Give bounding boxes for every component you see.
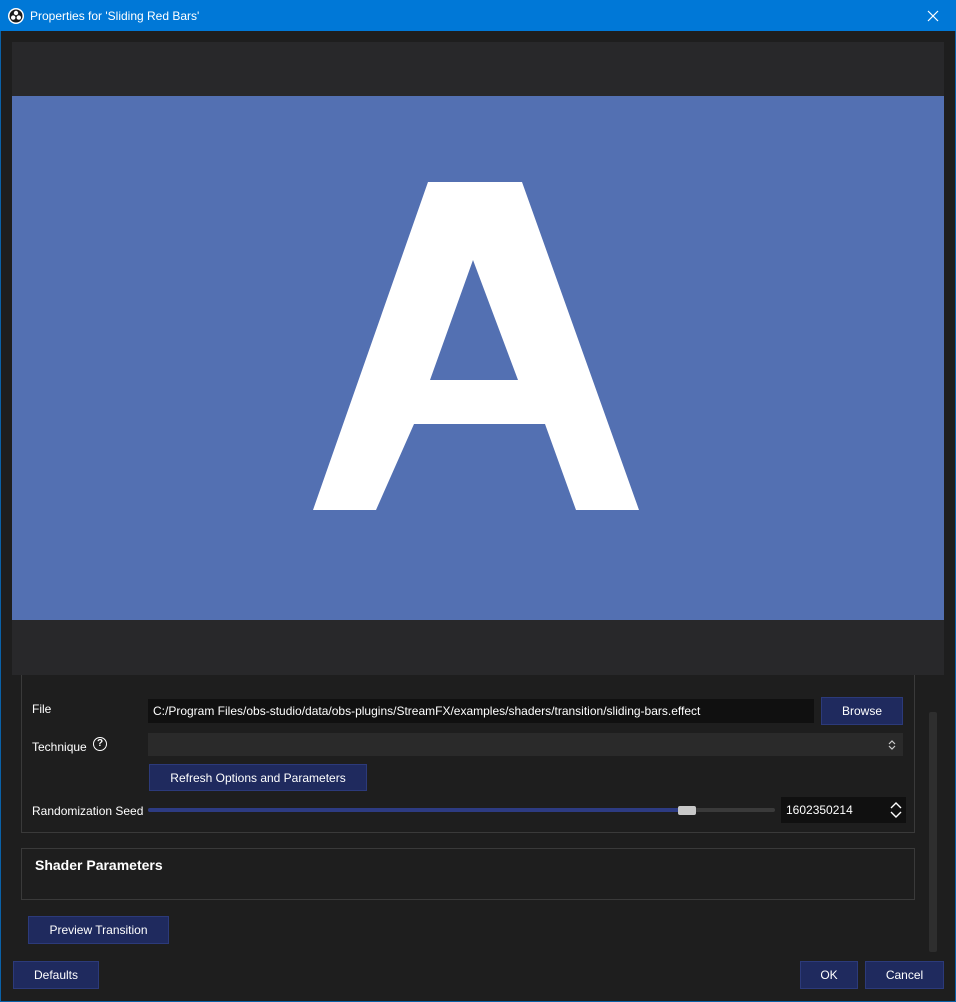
seed-value: 1602350214: [786, 803, 853, 817]
spin-arrows[interactable]: [888, 797, 904, 823]
seed-spinbox[interactable]: 1602350214: [781, 797, 906, 823]
shader-parameters-title: Shader Parameters: [35, 857, 163, 873]
preview-transition-button[interactable]: Preview Transition: [28, 916, 169, 944]
chevron-up-icon[interactable]: [889, 800, 903, 810]
help-icon[interactable]: ?: [93, 737, 107, 751]
ok-button[interactable]: OK: [800, 961, 858, 989]
preview-area: [12, 42, 944, 675]
cancel-button[interactable]: Cancel: [865, 961, 944, 989]
file-path-field[interactable]: C:/Program Files/obs-studio/data/obs-plu…: [148, 699, 814, 723]
technique-label: Technique: [32, 740, 87, 754]
randomization-seed-label: Randomization Seed: [32, 804, 144, 818]
browse-button[interactable]: Browse: [821, 697, 903, 725]
shader-parameters-group: Shader Parameters: [21, 848, 915, 900]
preview-letter-graphic: [313, 182, 639, 510]
chevron-updown-icon: [888, 739, 896, 750]
seed-slider-handle[interactable]: [678, 806, 696, 815]
close-button[interactable]: [910, 0, 956, 31]
window-title: Properties for 'Sliding Red Bars': [30, 8, 200, 23]
vertical-scrollbar[interactable]: [929, 712, 937, 952]
close-icon: [927, 10, 939, 21]
title-bar: Properties for 'Sliding Red Bars': [0, 0, 956, 31]
chevron-down-icon[interactable]: [889, 810, 903, 820]
defaults-button[interactable]: Defaults: [13, 961, 99, 989]
file-label: File: [32, 702, 52, 716]
seed-slider-fill: [148, 808, 687, 812]
technique-select[interactable]: [148, 733, 903, 756]
preview-canvas: [12, 96, 944, 620]
obs-logo-icon: [8, 7, 24, 24]
refresh-options-button[interactable]: Refresh Options and Parameters: [149, 764, 367, 791]
